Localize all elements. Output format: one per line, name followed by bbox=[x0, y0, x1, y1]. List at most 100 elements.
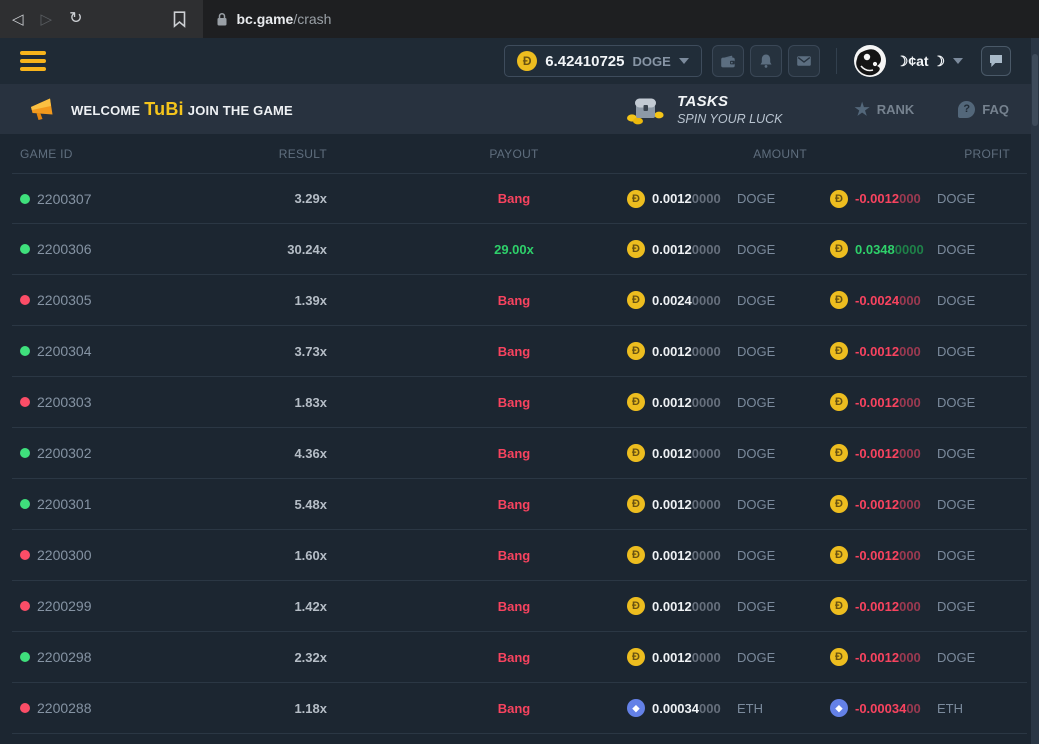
bookmark-icon[interactable] bbox=[173, 11, 186, 28]
profit-coin-icon: Đ bbox=[830, 393, 848, 411]
profit-trailing-zeros: 0000 bbox=[895, 242, 924, 257]
amount-coin-icon: Đ bbox=[627, 190, 645, 208]
table-row[interactable]: 2200304 3.73x Bang Đ 0.00120000 DOGE Đ -… bbox=[12, 326, 1027, 377]
wallet-button[interactable] bbox=[712, 45, 744, 77]
rank-label: RANK bbox=[877, 102, 915, 117]
menu-icon[interactable] bbox=[20, 51, 46, 71]
reload-icon[interactable]: ↻ bbox=[69, 11, 82, 27]
status-dot bbox=[20, 295, 30, 305]
result-value: 3.29x bbox=[275, 191, 327, 206]
notifications-button[interactable] bbox=[750, 45, 782, 77]
faq-link[interactable]: ? FAQ bbox=[958, 101, 1009, 118]
table-row[interactable]: 2200299 1.42x Bang Đ 0.00120000 DOGE Đ -… bbox=[12, 581, 1027, 632]
amount-currency: DOGE bbox=[717, 599, 807, 614]
amount-currency: DOGE bbox=[717, 548, 807, 563]
doge-coin-icon: Đ bbox=[517, 51, 537, 71]
result-value: 30.24x bbox=[275, 242, 327, 257]
scrollbar-thumb[interactable] bbox=[1032, 54, 1038, 126]
profit-coin-icon: Đ bbox=[830, 190, 848, 208]
profit-trailing-zeros: 000 bbox=[899, 446, 921, 461]
table-row[interactable]: 2200298 2.32x Bang Đ 0.00120000 DOGE Đ -… bbox=[12, 632, 1027, 683]
game-history-table: GAME ID RESULT PAYOUT AMOUNT PROFIT 2200… bbox=[0, 134, 1039, 734]
table-row[interactable]: 2200288 1.18x Bang ◆ 0.00034000 ETH ◆ -0… bbox=[12, 683, 1027, 734]
profit-currency: DOGE bbox=[922, 395, 1019, 410]
chat-toggle-button[interactable] bbox=[981, 46, 1011, 76]
table-row[interactable]: 2200306 30.24x 29.00x Đ 0.00120000 DOGE … bbox=[12, 224, 1027, 275]
profit-trailing-zeros: 000 bbox=[899, 293, 921, 308]
table-row[interactable]: 2200302 4.36x Bang Đ 0.00120000 DOGE Đ -… bbox=[12, 428, 1027, 479]
promo-banner: WELCOMETuBiJOIN THE GAME TASKS SPIN YOUR… bbox=[0, 84, 1039, 134]
balance-value: 6.42410725 bbox=[545, 53, 624, 70]
balance-currency: DOGE bbox=[632, 54, 670, 69]
game-id: 2200288 bbox=[37, 700, 92, 716]
status-dot bbox=[20, 194, 30, 204]
result-value: 1.83x bbox=[275, 395, 327, 410]
back-icon[interactable]: ◁ bbox=[12, 12, 24, 27]
payout-value: Bang bbox=[498, 650, 531, 665]
profit-value: -0.0012 bbox=[855, 548, 899, 563]
payout-value: Bang bbox=[498, 446, 531, 461]
amount-currency: DOGE bbox=[717, 242, 807, 257]
avatar[interactable] bbox=[853, 44, 887, 78]
url-text[interactable]: bc.game/crash bbox=[237, 11, 332, 27]
amount-coin-icon: Đ bbox=[627, 648, 645, 666]
lock-icon bbox=[216, 12, 228, 27]
column-game-id: GAME ID bbox=[20, 147, 275, 161]
tasks-link[interactable]: TASKS SPIN YOUR LUCK bbox=[625, 93, 782, 126]
username[interactable]: ☽¢at ☽ bbox=[896, 53, 945, 70]
table-row[interactable]: 2200307 3.29x Bang Đ 0.00120000 DOGE Đ -… bbox=[12, 173, 1027, 224]
game-id: 2200298 bbox=[37, 649, 92, 665]
payout-value: Bang bbox=[498, 599, 531, 614]
welcome-message: WELCOMETuBiJOIN THE GAME bbox=[71, 99, 293, 120]
amount-currency: DOGE bbox=[717, 191, 807, 206]
profit-value: -0.0012 bbox=[855, 395, 899, 410]
app-header: Đ 6.42410725 DOGE bbox=[0, 38, 1039, 84]
game-id: 2200305 bbox=[37, 292, 92, 308]
profit-value: -0.0024 bbox=[855, 293, 899, 308]
amount-value: 0.0012 bbox=[652, 497, 692, 512]
table-body: 2200307 3.29x Bang Đ 0.00120000 DOGE Đ -… bbox=[12, 173, 1027, 734]
table-row[interactable]: 2200300 1.60x Bang Đ 0.00120000 DOGE Đ -… bbox=[12, 530, 1027, 581]
table-row[interactable]: 2200305 1.39x Bang Đ 0.00240000 DOGE Đ -… bbox=[12, 275, 1027, 326]
tasks-subtitle: SPIN YOUR LUCK bbox=[677, 112, 782, 126]
scrollbar[interactable] bbox=[1031, 38, 1039, 744]
profit-value: -0.0012 bbox=[855, 497, 899, 512]
profit-coin-icon: Đ bbox=[830, 597, 848, 615]
browser-bar: ◁ ▷ ↻ bc.game/crash bbox=[0, 0, 1039, 38]
result-value: 1.60x bbox=[275, 548, 327, 563]
profit-trailing-zeros: 000 bbox=[899, 650, 921, 665]
profit-coin-icon: Đ bbox=[830, 648, 848, 666]
profit-currency: DOGE bbox=[922, 446, 1019, 461]
payout-value: Bang bbox=[498, 701, 531, 716]
amount-value: 0.0012 bbox=[652, 395, 692, 410]
amount-coin-icon: Đ bbox=[627, 240, 645, 258]
payout-value: Bang bbox=[498, 497, 531, 512]
profit-currency: DOGE bbox=[922, 650, 1019, 665]
profit-currency: DOGE bbox=[922, 293, 1019, 308]
table-row[interactable]: 2200303 1.83x Bang Đ 0.00120000 DOGE Đ -… bbox=[12, 377, 1027, 428]
divider bbox=[836, 48, 837, 74]
game-id: 2200304 bbox=[37, 343, 92, 359]
balance-selector[interactable]: Đ 6.42410725 DOGE bbox=[504, 45, 702, 77]
payout-value: Bang bbox=[498, 395, 531, 410]
amount-coin-icon: Đ bbox=[627, 546, 645, 564]
payout-value: Bang bbox=[498, 548, 531, 563]
status-dot bbox=[20, 703, 30, 713]
mail-button[interactable] bbox=[788, 45, 820, 77]
payout-value: 29.00x bbox=[494, 242, 534, 257]
forward-icon: ▷ bbox=[41, 12, 53, 27]
result-value: 1.42x bbox=[275, 599, 327, 614]
profit-currency: DOGE bbox=[922, 191, 1019, 206]
player-name: TuBi bbox=[144, 99, 183, 119]
rank-link[interactable]: ★ RANK bbox=[854, 101, 914, 118]
tasks-title: TASKS bbox=[677, 93, 782, 110]
amount-currency: DOGE bbox=[717, 395, 807, 410]
result-value: 3.73x bbox=[275, 344, 327, 359]
address-bar[interactable]: bc.game/crash bbox=[203, 0, 1039, 38]
status-dot bbox=[20, 601, 30, 611]
table-row[interactable]: 2200301 5.48x Bang Đ 0.00120000 DOGE Đ -… bbox=[12, 479, 1027, 530]
amount-currency: DOGE bbox=[717, 650, 807, 665]
profit-coin-icon: Đ bbox=[830, 444, 848, 462]
game-id: 2200301 bbox=[37, 496, 92, 512]
chevron-down-icon[interactable] bbox=[953, 58, 963, 64]
